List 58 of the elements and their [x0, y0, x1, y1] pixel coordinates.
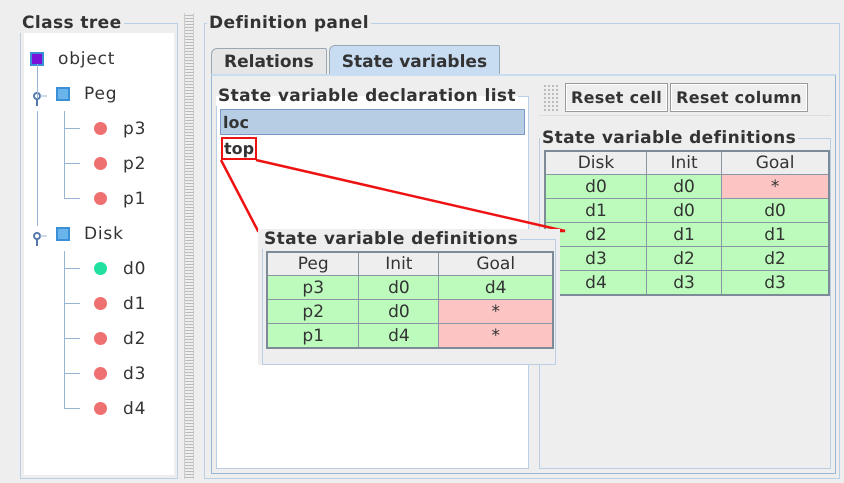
tree-item[interactable]: Peg	[84, 84, 118, 104]
panel-title: State variable definitions	[541, 128, 798, 148]
table-cell[interactable]: d4	[358, 324, 439, 348]
table-cell[interactable]: d2	[722, 246, 829, 270]
table-cell[interactable]: d2	[646, 246, 722, 270]
expand-handle-icon[interactable]	[32, 90, 48, 106]
tree-line	[64, 286, 80, 321]
tree-item[interactable]: p2	[123, 154, 146, 174]
table-cell[interactable]: *	[438, 324, 553, 348]
table-cell[interactable]: d1	[722, 222, 829, 246]
toolbar-button[interactable]: Reset column	[670, 83, 808, 112]
tree-item[interactable]: d4	[123, 398, 146, 418]
tree-item[interactable]: object	[58, 48, 116, 68]
tree-line	[64, 251, 80, 286]
panel-title: State variable definitions	[263, 229, 520, 249]
table-cell[interactable]: d0	[358, 276, 439, 300]
column-header[interactable]: Init	[646, 151, 722, 174]
table-cell[interactable]: d1	[646, 222, 722, 246]
column-header[interactable]: Goal	[722, 151, 829, 174]
column-header[interactable]: Peg	[267, 252, 359, 276]
table-cell[interactable]: p3	[267, 276, 359, 300]
column-header[interactable]: Disk	[545, 151, 646, 174]
table-cell[interactable]: d0	[646, 198, 722, 222]
table-cell[interactable]: d0	[358, 300, 439, 324]
tree-item[interactable]: p3	[123, 118, 146, 138]
column-header[interactable]: Goal	[438, 252, 553, 276]
toolbar-button[interactable]: Reset cell	[565, 83, 668, 112]
table-cell[interactable]: p2	[267, 300, 359, 324]
tree-line	[37, 64, 38, 99]
tab[interactable]: Relations	[211, 48, 327, 74]
tree-item[interactable]: p1	[123, 188, 146, 208]
table-cell[interactable]: d0	[722, 198, 829, 222]
panel-title: State variable declaration list	[217, 86, 517, 106]
tree-item[interactable]: d0	[123, 258, 146, 278]
table-cell[interactable]: d3	[722, 270, 829, 295]
table-cell[interactable]: *	[438, 300, 553, 324]
table-cell[interactable]: d3	[646, 270, 722, 295]
tree-line	[64, 111, 80, 146]
tree-item[interactable]: d2	[123, 328, 146, 348]
tree-item[interactable]: d3	[123, 364, 146, 384]
list-item[interactable]: loc	[220, 109, 525, 135]
table-cell[interactable]: d0	[545, 174, 646, 198]
list-item[interactable]: top	[220, 135, 525, 161]
column-header[interactable]: Init	[358, 252, 439, 276]
table-cell[interactable]: *	[722, 174, 829, 198]
tree-line	[64, 321, 80, 356]
tree-item[interactable]: Disk	[84, 224, 124, 244]
tab[interactable]: State variables	[328, 45, 500, 74]
splitter-handle[interactable]	[184, 13, 194, 479]
panel-title: Class tree	[21, 13, 123, 33]
tree-item[interactable]: d1	[123, 294, 146, 314]
toolbar-grip[interactable]	[543, 84, 559, 112]
expand-handle-icon[interactable]	[32, 230, 48, 246]
table-cell[interactable]: d0	[646, 174, 722, 198]
panel-title: Definition panel	[208, 13, 370, 33]
table-cell[interactable]: d4	[438, 276, 553, 300]
table-cell[interactable]: d1	[545, 198, 646, 222]
table-cell[interactable]: p1	[267, 324, 359, 348]
